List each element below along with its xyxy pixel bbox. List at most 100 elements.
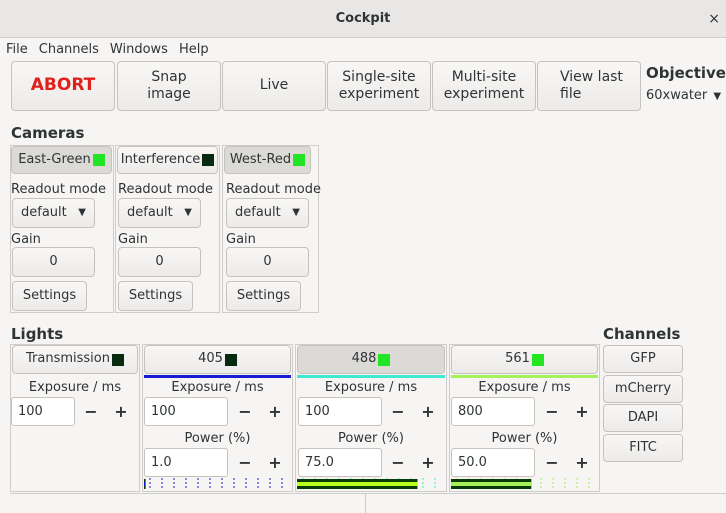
gain-button[interactable]: 0 (226, 247, 309, 277)
exposure-decrease-button[interactable]: − (538, 397, 566, 426)
power-label: Power (%) (184, 431, 251, 446)
light-name: 405 (198, 351, 223, 367)
exposure-increase-button[interactable]: + (261, 397, 289, 426)
light-405-button[interactable]: 405 (144, 345, 291, 374)
status-separator (365, 494, 366, 513)
light-color-bar (297, 375, 445, 378)
exposure-input[interactable]: 100 (298, 397, 382, 426)
power-input[interactable]: 50.0 (451, 448, 535, 477)
chevron-down-icon: ▼ (78, 207, 86, 218)
readout-mode-label: Readout mode (118, 182, 213, 197)
power-increase-button[interactable]: + (568, 448, 596, 477)
light-name: Transmission (26, 351, 110, 367)
channel-gfp-button[interactable]: GFP (603, 345, 683, 373)
menu-bar: File Channels Windows Help (0, 38, 726, 60)
power-label: Power (%) (338, 431, 404, 446)
exposure-label: Exposure / ms (324, 380, 418, 395)
power-level-meter (297, 478, 443, 490)
power-increase-button[interactable]: + (261, 448, 289, 477)
abort-button[interactable]: ABORT (11, 61, 115, 111)
close-icon[interactable]: × (708, 0, 720, 38)
exposure-decrease-button[interactable]: − (231, 397, 259, 426)
exposure-increase-button[interactable]: + (568, 397, 596, 426)
exposure-increase-button[interactable]: + (107, 397, 135, 426)
exposure-increase-button[interactable]: + (414, 397, 442, 426)
power-decrease-button[interactable]: − (538, 448, 566, 477)
camera-settings-button[interactable]: Settings (118, 281, 193, 311)
single-site-experiment-button[interactable]: Single-site experiment (327, 61, 431, 111)
camera-settings-button[interactable]: Settings (12, 281, 87, 311)
power-decrease-button[interactable]: − (384, 448, 412, 477)
gain-label: Gain (118, 232, 148, 247)
light-color-bar (144, 375, 291, 378)
exposure-label: Exposure / ms (28, 380, 122, 395)
menu-file[interactable]: File (6, 42, 28, 57)
light-488-button[interactable]: 488 (297, 345, 445, 374)
light-color-swatch (378, 353, 391, 366)
multi-site-experiment-button[interactable]: Multi-site experiment (432, 61, 536, 111)
camera-settings-button[interactable]: Settings (226, 281, 301, 311)
light-561-button[interactable]: 561 (451, 345, 598, 374)
readout-mode-value: default (21, 205, 67, 220)
camera-interference-button[interactable]: Interference (117, 146, 218, 174)
light-name: 561 (505, 351, 530, 367)
chevron-down-icon: ▼ (292, 207, 300, 218)
live-button[interactable]: Live (222, 61, 326, 111)
readout-mode-value: default (127, 205, 173, 220)
gain-button[interactable]: 0 (12, 247, 95, 277)
camera-name: East-Green (18, 151, 91, 167)
view-last-file-button[interactable]: View last file (537, 61, 641, 111)
power-input[interactable]: 1.0 (144, 448, 228, 477)
window-title: Cockpit (335, 11, 391, 26)
objective-title: Objective (646, 64, 726, 82)
camera-west-red-button[interactable]: West-Red (224, 146, 311, 174)
power-input[interactable]: 75.0 (298, 448, 382, 477)
power-level-meter (144, 478, 290, 490)
camera-east-green-button[interactable]: East-Green (11, 146, 112, 174)
exposure-input[interactable]: 100 (144, 397, 228, 426)
gain-label: Gain (11, 232, 41, 247)
window-titlebar: Cockpit × (0, 0, 726, 38)
power-decrease-button[interactable]: − (231, 448, 259, 477)
exposure-decrease-button[interactable]: − (77, 397, 105, 426)
lights-title: Lights (11, 325, 64, 343)
readout-mode-label: Readout mode (11, 182, 106, 197)
exposure-input[interactable]: 800 (451, 397, 535, 426)
gain-label: Gain (226, 232, 256, 247)
gain-button[interactable]: 0 (118, 247, 201, 277)
exposure-input[interactable]: 100 (11, 397, 75, 426)
readout-mode-dropdown[interactable]: default ▼ (226, 198, 309, 228)
meter-fill (297, 482, 418, 486)
light-transmission-button[interactable]: Transmission (12, 345, 138, 374)
exposure-label: Exposure / ms (478, 380, 571, 395)
camera-name: Interference (120, 151, 201, 167)
power-level-meter (451, 478, 597, 490)
camera-color-swatch (293, 154, 306, 166)
power-label: Power (%) (491, 431, 558, 446)
exposure-label: Exposure / ms (171, 380, 264, 395)
menu-windows[interactable]: Windows (110, 42, 168, 57)
power-increase-button[interactable]: + (414, 448, 442, 477)
camera-color-swatch (92, 154, 105, 166)
light-color-bar (451, 375, 598, 378)
channel-fitc-button[interactable]: FITC (603, 434, 683, 462)
cameras-title: Cameras (11, 124, 85, 142)
objective-select[interactable]: 60xwater ▼ (646, 88, 721, 103)
readout-mode-dropdown[interactable]: default ▼ (12, 198, 95, 228)
readout-mode-label: Readout mode (226, 182, 321, 197)
light-color-swatch (531, 353, 544, 366)
snap-image-button[interactable]: Snap image (117, 61, 221, 111)
chevron-down-icon: ▼ (184, 207, 192, 218)
channel-mcherry-button[interactable]: mCherry (603, 375, 683, 403)
readout-mode-value: default (235, 205, 281, 220)
camera-color-swatch (202, 154, 215, 166)
channel-dapi-button[interactable]: DAPI (603, 404, 683, 432)
exposure-decrease-button[interactable]: − (384, 397, 412, 426)
light-name: 488 (351, 351, 377, 367)
readout-mode-dropdown[interactable]: default ▼ (118, 198, 201, 228)
menu-channels[interactable]: Channels (39, 42, 99, 57)
light-color-swatch (224, 353, 237, 366)
meter-fill (144, 482, 146, 486)
menu-help[interactable]: Help (179, 42, 209, 57)
camera-name: West-Red (229, 151, 292, 167)
